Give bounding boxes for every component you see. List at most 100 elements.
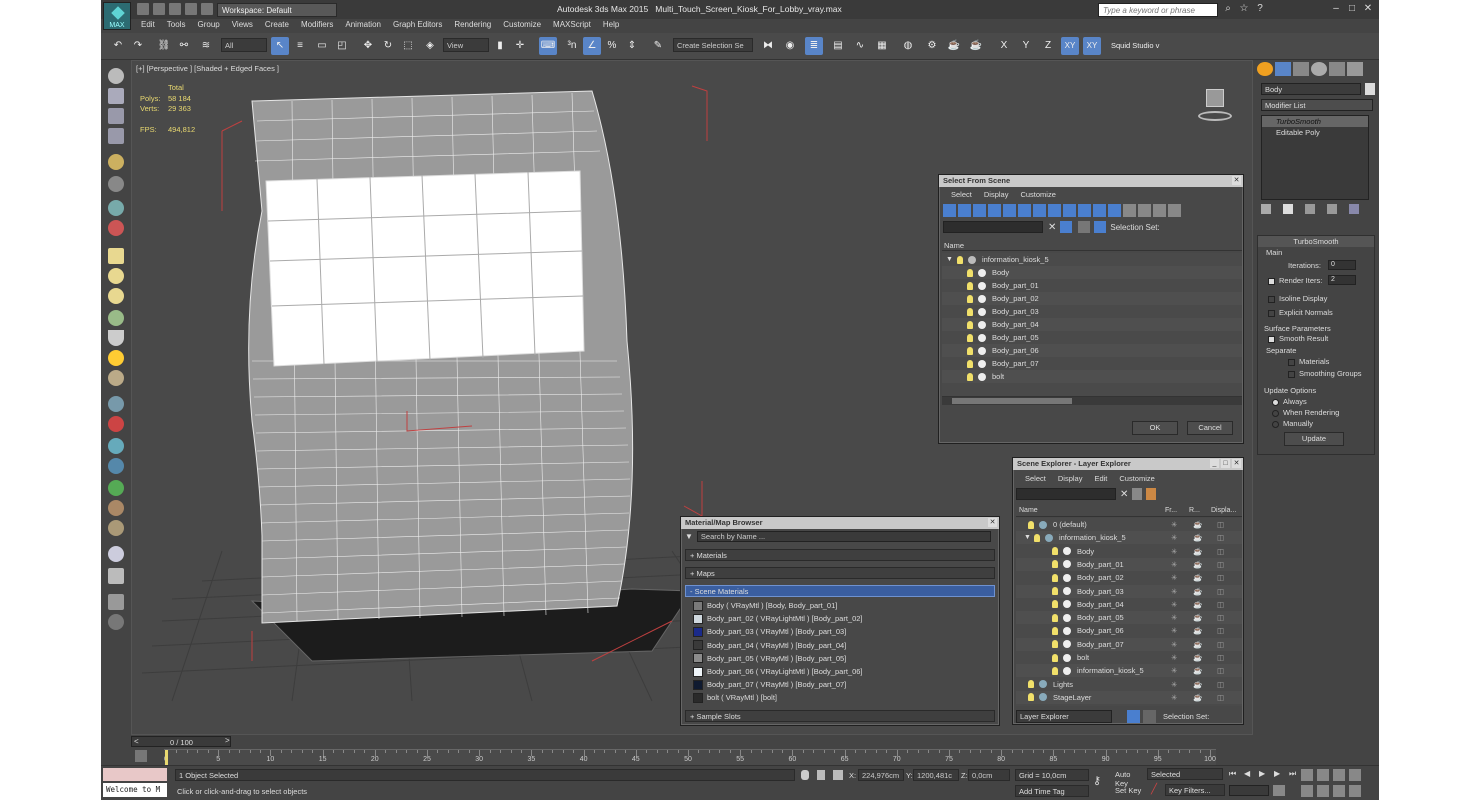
layer-row[interactable]: 0 (default) ✳ ☕ ◫	[1016, 518, 1242, 531]
layer-row[interactable]: Body_part_02 ✳ ☕ ◫	[1016, 571, 1242, 584]
axis-x-button[interactable]: X	[995, 37, 1013, 55]
close-icon[interactable]: ✕	[988, 518, 997, 527]
pan-icon[interactable]	[1317, 785, 1329, 797]
col-display[interactable]: Displa...	[1208, 505, 1239, 517]
layer-row[interactable]: Body_part_07 ✳ ☕ ◫	[1016, 637, 1242, 651]
material-row[interactable]: Body_part_06 ( VRayLightMtl ) [Body_part…	[693, 665, 989, 678]
renderable-icon[interactable]: ☕	[1193, 666, 1202, 675]
maximize-viewport-icon[interactable]	[1349, 785, 1361, 797]
unlink-icon[interactable]: ⚯	[175, 37, 193, 55]
horizontal-scrollbar[interactable]	[942, 396, 1242, 405]
time-cursor[interactable]	[165, 750, 168, 765]
select-by-name-icon[interactable]: ≡	[291, 37, 309, 55]
layer-mode-icon[interactable]	[1127, 710, 1140, 723]
list-item[interactable]: bolt	[942, 370, 1242, 383]
visibility-bulb-icon[interactable]	[1052, 613, 1058, 622]
materials-section[interactable]: + Materials	[685, 549, 995, 561]
smoothing-groups-checkbox[interactable]	[1288, 370, 1295, 378]
list-item[interactable]: Body	[942, 266, 1242, 279]
save-file-icon[interactable]	[169, 3, 181, 15]
list-item[interactable]: Body_part_03	[942, 305, 1242, 318]
filter-containers-icon[interactable]	[1078, 203, 1091, 217]
menu-edit[interactable]: Edit	[1088, 474, 1113, 483]
edit-named-sel-icon[interactable]: ✎	[649, 37, 667, 55]
stack-item-turbosmooth[interactable]: TurboSmooth	[1262, 116, 1368, 127]
hierarchy-mode-icon[interactable]	[1143, 710, 1156, 723]
curve-editor-icon[interactable]: ∿	[851, 37, 869, 55]
panel-icon[interactable]	[108, 128, 124, 144]
link-icon[interactable]: ⛓	[155, 37, 173, 55]
place-icon[interactable]: ◈	[421, 37, 439, 55]
material-search-input[interactable]: Search by Name ...	[696, 530, 991, 542]
remove-modifier-icon[interactable]	[1327, 204, 1337, 214]
menu-select[interactable]: Select	[945, 190, 978, 199]
search-input[interactable]: Type a keyword or phrase	[1098, 3, 1218, 17]
select-object-icon[interactable]: ↖	[271, 37, 289, 55]
name-search-input[interactable]	[1016, 488, 1116, 500]
col-frozen[interactable]: Fr...	[1162, 505, 1180, 517]
visibility-bulb-icon[interactable]	[1052, 640, 1058, 649]
menu-display[interactable]: Display	[1052, 474, 1089, 483]
minimize-icon[interactable]: –	[1329, 2, 1343, 16]
layer-row[interactable]: bolt ✳ ☕ ◫	[1016, 651, 1242, 664]
display-icon[interactable]: ◫	[1217, 520, 1224, 529]
render-iters-checkbox[interactable]	[1268, 277, 1275, 285]
time-config-icon[interactable]	[1273, 785, 1285, 796]
display-icon[interactable]: ◫	[1217, 680, 1224, 689]
viewcube-icon[interactable]	[1192, 83, 1232, 123]
torus-icon[interactable]	[108, 370, 124, 386]
menu-tools[interactable]: Tools	[161, 19, 192, 32]
window-crossing-icon[interactable]: ◰	[333, 37, 351, 55]
display-icon[interactable]: ◫	[1217, 560, 1224, 569]
rollout-title[interactable]: TurboSmooth	[1258, 236, 1374, 247]
display-icon[interactable]: ◫	[1217, 613, 1224, 622]
minimize-icon[interactable]: _	[1210, 459, 1219, 468]
cone-icon[interactable]	[108, 330, 124, 346]
list-item[interactable]: Body_part_06	[942, 344, 1242, 357]
menu-display[interactable]: Display	[978, 190, 1015, 199]
visibility-bulb-icon[interactable]	[1028, 693, 1034, 702]
renderable-icon[interactable]: ☕	[1193, 560, 1202, 569]
question-icon[interactable]	[108, 614, 124, 630]
schematic-view-icon[interactable]: ▦	[873, 37, 891, 55]
current-frame-input[interactable]	[1229, 785, 1269, 796]
box-icon[interactable]	[108, 88, 124, 104]
renderable-icon[interactable]: ☕	[1193, 680, 1202, 689]
z-coordinate[interactable]: 0,0cm	[968, 769, 1010, 781]
renderable-icon[interactable]: ☕	[1193, 573, 1202, 582]
explicit-normals-checkbox[interactable]	[1268, 309, 1275, 317]
stack-item-editable-poly[interactable]: Editable Poly	[1262, 127, 1368, 138]
light-icon[interactable]	[108, 154, 124, 170]
undo-icon[interactable]	[185, 3, 197, 15]
menu-customize[interactable]: Customize	[497, 19, 547, 32]
filter-xrefs-icon[interactable]	[1048, 203, 1061, 217]
freeze-icon[interactable]: ✳	[1171, 626, 1177, 635]
dynamics-icon[interactable]	[108, 416, 124, 432]
freeze-icon[interactable]: ✳	[1171, 547, 1177, 556]
freeze-icon[interactable]: ✳	[1171, 640, 1177, 649]
maxscript-input[interactable]: Welcome to M	[103, 783, 167, 797]
layer-row[interactable]: Body_part_03 ✳ ☕ ◫	[1016, 584, 1242, 598]
menu-customize[interactable]: Customize	[1113, 474, 1160, 483]
globe-icon[interactable]	[108, 458, 124, 474]
display-icon[interactable]: ◫	[1217, 640, 1224, 649]
redo-icon[interactable]: ↷	[129, 37, 147, 55]
timeline-ruler[interactable]: 0510152025303540455055606570758085909510…	[164, 749, 1216, 765]
axis-y-button[interactable]: Y	[1017, 37, 1035, 55]
layer-row[interactable]: Body_part_05 ✳ ☕ ◫	[1016, 611, 1242, 625]
modifier-list-dropdown[interactable]: Modifier List	[1261, 99, 1373, 111]
renderable-icon[interactable]: ☕	[1193, 626, 1202, 635]
filter-frozen-icon[interactable]	[1093, 203, 1106, 217]
menu-views[interactable]: Views	[226, 19, 259, 32]
layer-row[interactable]: information_kiosk_5 ✳ ☕ ◫	[1016, 664, 1242, 678]
zoom-icon[interactable]	[1301, 769, 1313, 781]
funnel-icon[interactable]	[1168, 203, 1181, 217]
visibility-bulb-icon[interactable]	[1052, 560, 1058, 569]
name-column-header[interactable]: Name	[942, 239, 1242, 251]
hair-icon[interactable]	[108, 500, 124, 516]
visibility-bulb-icon[interactable]	[1052, 653, 1058, 662]
sun-icon[interactable]	[108, 350, 124, 366]
visibility-bulb-icon[interactable]	[1028, 680, 1034, 689]
freeze-icon[interactable]: ✳	[1171, 573, 1177, 582]
foliage-icon[interactable]	[108, 480, 124, 496]
